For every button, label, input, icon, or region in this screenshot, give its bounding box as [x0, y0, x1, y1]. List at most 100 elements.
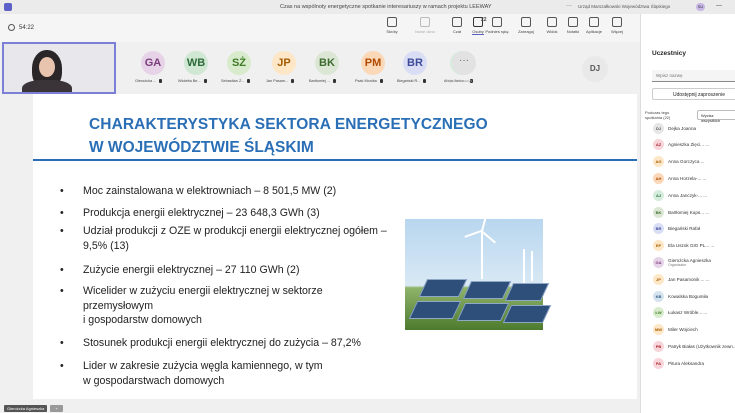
mute-all-button[interactable]: Wycisz wszystkich	[697, 110, 735, 123]
slide-bullet: • Wicelider w zużyciu energii elektryczne…	[60, 284, 413, 328]
avatar: GA	[653, 256, 664, 268]
bullet-dot: •	[60, 185, 64, 197]
participant-avatar[interactable]: WB	[184, 51, 208, 75]
participant-list-item[interactable]: DJ Dejka Joanna	[653, 122, 696, 134]
participant-list-name: Bartłomiej Kups... ...	[668, 209, 710, 215]
more-options-icon[interactable]: ···	[566, 3, 572, 9]
participant-name-text: Jan Pasam...	[266, 79, 289, 83]
participant-name: Psak Monika	[355, 79, 383, 83]
participant-list-item[interactable]: GA Gierożcka Agnieszka Organizator	[653, 256, 711, 268]
role-label: Organizator	[668, 262, 687, 267]
participant-list-item[interactable]: PA Pitura Aleksandra	[653, 357, 704, 369]
avatar: ŁW	[653, 307, 664, 319]
toolbar-label: Widok	[546, 29, 558, 34]
window-title: Czas na wspólnoty energetyczne spotkanie…	[280, 4, 492, 10]
toolbar-label: Podnieś rękę	[485, 29, 509, 34]
participant-list-item[interactable]: AH Anna Horzela-... ...	[653, 172, 706, 184]
presenter-bar: Gierożcka Agnieszka +	[0, 404, 120, 413]
participant-list-item[interactable]: JP Jan Pasamonik ... ...	[653, 273, 710, 285]
account-avatar[interactable]: SU	[696, 3, 705, 11]
participant-name: Biegański R...	[397, 79, 427, 83]
participant-list-item[interactable]: AZ Agnieszka Zięci... ...	[653, 139, 709, 151]
bullet-line: Lider w zakresie zużycia węgla kamienneg…	[83, 360, 323, 372]
timer-text: 54:22	[19, 24, 35, 31]
person-body	[22, 80, 72, 92]
solar-panel	[408, 301, 462, 319]
toolbar-label: Czat	[452, 29, 462, 34]
solar-panel	[418, 279, 468, 297]
section-header[interactable]: Podczas tego spotkania (22)	[645, 110, 685, 120]
participant-list-item[interactable]: BR Biegański Rafał	[653, 223, 700, 235]
avatar: BR	[653, 223, 664, 235]
participant-avatar[interactable]: BK	[315, 51, 339, 75]
presenter-extra[interactable]: +	[50, 405, 63, 412]
participant-list-item[interactable]: BK Bartłomiej Kups... ...	[653, 206, 709, 218]
participant-list-item[interactable]: PB Patryk Białas (Użytkownik zewn...	[653, 340, 735, 352]
teams-logo-icon	[4, 3, 12, 11]
participant-list-item[interactable]: AJ Anna Janczyk-... ...	[653, 189, 707, 201]
toolbar-button-1[interactable]: Nowe okno	[412, 17, 438, 34]
shared-slide: CHARAKTERYSTYKA SEKTORA ENERGETYCZNEGO W…	[33, 94, 637, 399]
participant-list-name: Anna Janczyk-... ...	[668, 192, 708, 198]
participant-list-name: Anna Horzela-... ...	[668, 175, 707, 181]
toolbar-button-0[interactable]: Skróty	[379, 17, 405, 34]
mic-muted-icon	[423, 79, 427, 83]
toolbar-button-9[interactable]: Więcej	[604, 17, 630, 34]
mic-muted-icon	[379, 79, 383, 83]
speaker-avatar-dj: DJ	[582, 56, 608, 82]
participant-list-name: Agnieszka Zięci... ...	[668, 142, 710, 148]
participant-list-item[interactable]: ŁW Łukasz Wróble... ...	[653, 307, 707, 319]
participant-name: Gierożcka ...	[135, 79, 163, 83]
bullet-dot: •	[60, 360, 64, 372]
turbine-tower	[523, 249, 525, 283]
toolbar-button-4[interactable]: Podnieś rękę	[484, 17, 510, 34]
participant-avatar[interactable]: BR	[403, 51, 427, 75]
toolbar-button-5[interactable]: Zareaguj	[513, 17, 539, 34]
participant-avatar[interactable]: SŻ	[227, 51, 251, 75]
participant-name: Bartłomiej ...	[309, 79, 337, 83]
participant-list-item[interactable]: MW Miler Wojciech	[653, 324, 698, 336]
mic-muted-icon	[291, 79, 295, 83]
bullet-line: i gospodarstw domowych	[83, 314, 202, 326]
title-underline	[33, 159, 637, 161]
solar-panel	[502, 305, 552, 323]
turbine-tower	[481, 231, 483, 279]
bullet-line: przemysłowym	[83, 299, 154, 312]
self-video[interactable]	[2, 42, 116, 94]
more-participants-button[interactable]: ···	[452, 51, 476, 75]
meeting-timer: 54:22	[8, 24, 34, 31]
bullet-line: Wicelider w zużyciu energii elektrycznej…	[83, 285, 323, 297]
participant-list-item[interactable]: EP Ela Uszok GIG PL... ...	[653, 240, 714, 252]
participant-list-name: Patryk Białas (Użytkownik zewn...	[668, 343, 735, 349]
minimize-button[interactable]: —	[716, 3, 722, 9]
bullet-line: Stosunek produkcji energii elektrycznej …	[83, 337, 361, 349]
participant-name: Jan Pasam...	[266, 79, 295, 83]
participant-name-text: Sebastian Ż...	[221, 79, 245, 83]
participant-name-text: Biegański R...	[397, 79, 421, 83]
participant-name: Sebastian Ż...	[221, 79, 251, 83]
participant-list-name: Kowalska Bogumiła	[668, 293, 709, 299]
participant-list-item[interactable]: KB Kowalska Bogumiła	[653, 290, 708, 302]
participant-list-name: Dejka Joanna	[668, 125, 697, 131]
mic-muted-icon	[203, 79, 207, 83]
bullet-line: Moc zainstalowana w elektrowniach – 8 50…	[83, 185, 337, 197]
participants-panel: Uczestnicy Wpisz nazwę Udostępnij zapros…	[640, 14, 735, 413]
toolbar-icon	[568, 17, 578, 27]
toolbar-label: Aplikacje	[585, 29, 602, 34]
bullet-line: 9,5% (13)	[83, 239, 129, 252]
bullet-dot: •	[60, 207, 64, 219]
shield-icon	[8, 24, 15, 31]
participant-avatar[interactable]: PM	[361, 51, 385, 75]
toolbar-label: Notatki	[566, 29, 580, 34]
toolbar-icon	[612, 17, 622, 27]
participant-search-input[interactable]: Wpisz nazwę	[652, 70, 735, 82]
toolbar-icon	[521, 17, 531, 27]
solar-panel	[504, 283, 550, 301]
participant-name: Wioletta Be...	[178, 79, 207, 83]
mic-muted-icon	[159, 79, 163, 83]
participant-list-name: Łukasz Wróble... ...	[668, 310, 708, 316]
participant-avatar[interactable]: JP	[272, 51, 296, 75]
share-invite-button[interactable]: Udostępnij zaproszenie	[652, 88, 735, 100]
participant-list-item[interactable]: AG Anna Gorczyca ...	[653, 156, 705, 168]
participant-avatar[interactable]: GA	[141, 51, 165, 75]
